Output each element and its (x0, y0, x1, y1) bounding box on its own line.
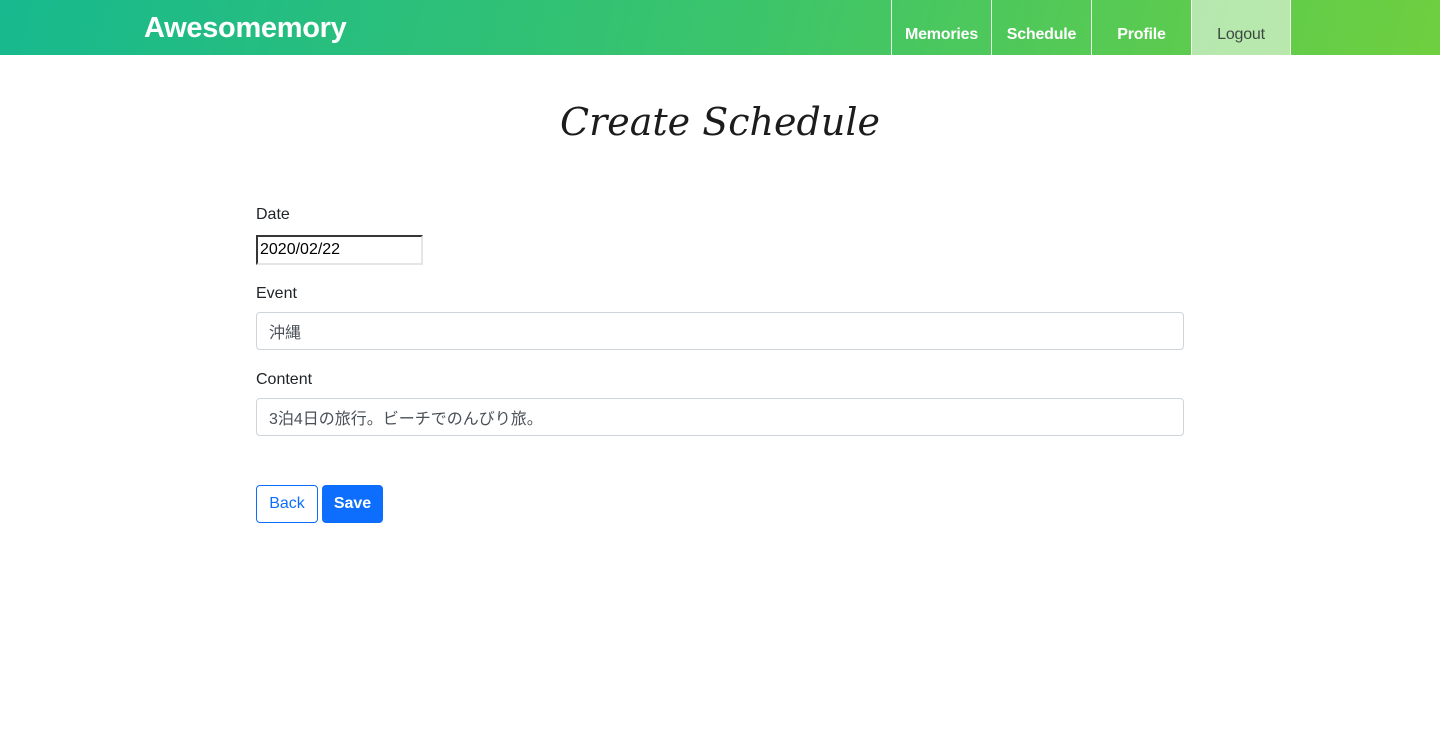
nav-item-profile[interactable]: Profile (1091, 0, 1191, 55)
nav-menu: Memories Schedule Profile Logout (891, 0, 1291, 55)
content-label: Content (256, 371, 313, 388)
content-input[interactable] (256, 398, 1184, 436)
page-title: Create Schedule (560, 100, 880, 144)
nav-item-schedule[interactable]: Schedule (991, 0, 1091, 55)
navbar: Awesomemory Memories Schedule Profile Lo… (0, 0, 1440, 55)
brand-logo[interactable]: Awesomemory (144, 12, 347, 45)
back-button[interactable]: Back (256, 485, 318, 523)
nav-item-logout[interactable]: Logout (1191, 0, 1291, 55)
date-input[interactable] (256, 235, 423, 265)
event-input[interactable] (256, 312, 1184, 350)
date-label: Date (256, 206, 290, 223)
schedule-form: Date Event Content (256, 205, 1184, 436)
nav-item-memories[interactable]: Memories (891, 0, 991, 55)
save-button[interactable]: Save (322, 485, 383, 523)
event-label: Event (256, 285, 297, 302)
form-actions: Back Save (256, 485, 383, 523)
